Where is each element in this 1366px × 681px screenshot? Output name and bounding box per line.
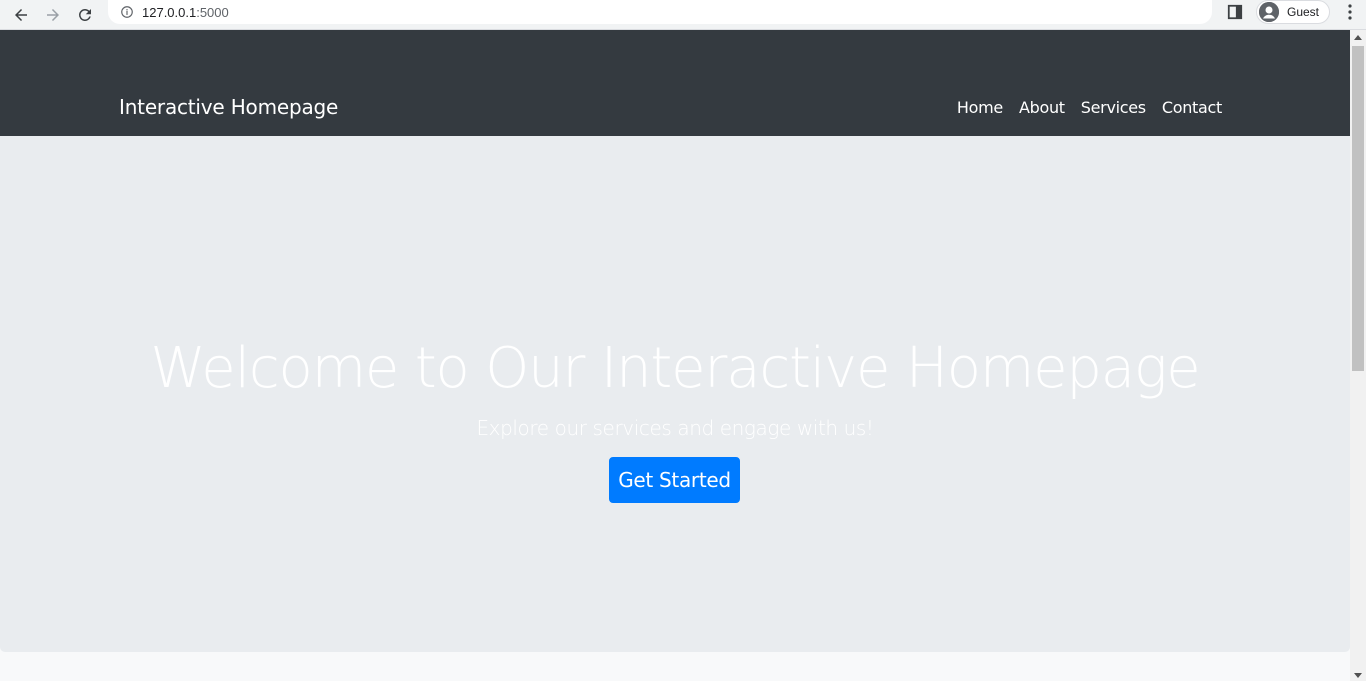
site-navbar: Interactive Homepage Home About Services… [0, 30, 1350, 136]
toolbar-right: Guest [1226, 0, 1358, 24]
side-panel-icon[interactable] [1226, 3, 1244, 21]
nav-link-contact[interactable]: Contact [1162, 98, 1222, 117]
address-url: 127.0.0.1:5000 [142, 5, 229, 20]
page-scrollbar[interactable] [1350, 30, 1366, 681]
back-button[interactable] [10, 4, 32, 26]
hero-title: Welcome to Our Interactive Homepage [150, 336, 1200, 401]
url-host: 127.0.0.1 [142, 4, 197, 20]
scroll-up-icon[interactable] [1354, 35, 1362, 40]
reload-button[interactable] [74, 4, 96, 26]
hero-subtitle: Explore our services and engage with us! [476, 416, 874, 440]
address-bar[interactable]: 127.0.0.1:5000 [108, 0, 1212, 24]
forward-button[interactable] [42, 4, 64, 26]
hero-section: Welcome to Our Interactive Homepage Expl… [0, 136, 1350, 652]
kebab-menu-icon[interactable] [1342, 2, 1358, 22]
navbar-brand[interactable]: Interactive Homepage [119, 95, 338, 119]
profile-button[interactable]: Guest [1255, 0, 1330, 24]
browser-toolbar: 127.0.0.1:5000 Guest [0, 0, 1366, 30]
profile-label: Guest [1286, 5, 1319, 19]
reload-icon [78, 8, 91, 21]
scrollbar-thumb[interactable] [1352, 46, 1364, 371]
profile-avatar-icon [1258, 2, 1279, 22]
nav-link-about[interactable]: About [1019, 98, 1065, 117]
scroll-down-icon[interactable] [1354, 673, 1362, 678]
nav-links: Home About Services Contact [941, 98, 1222, 117]
forward-arrow-icon [47, 8, 59, 21]
nav-link-home[interactable]: Home [957, 98, 1003, 117]
page-viewport: Interactive Homepage Home About Services… [0, 30, 1350, 681]
url-port: :5000 [196, 4, 229, 20]
nav-link-services[interactable]: Services [1081, 98, 1146, 117]
back-arrow-icon [15, 8, 27, 21]
info-icon[interactable] [120, 5, 134, 19]
get-started-button[interactable]: Get Started [609, 457, 740, 503]
